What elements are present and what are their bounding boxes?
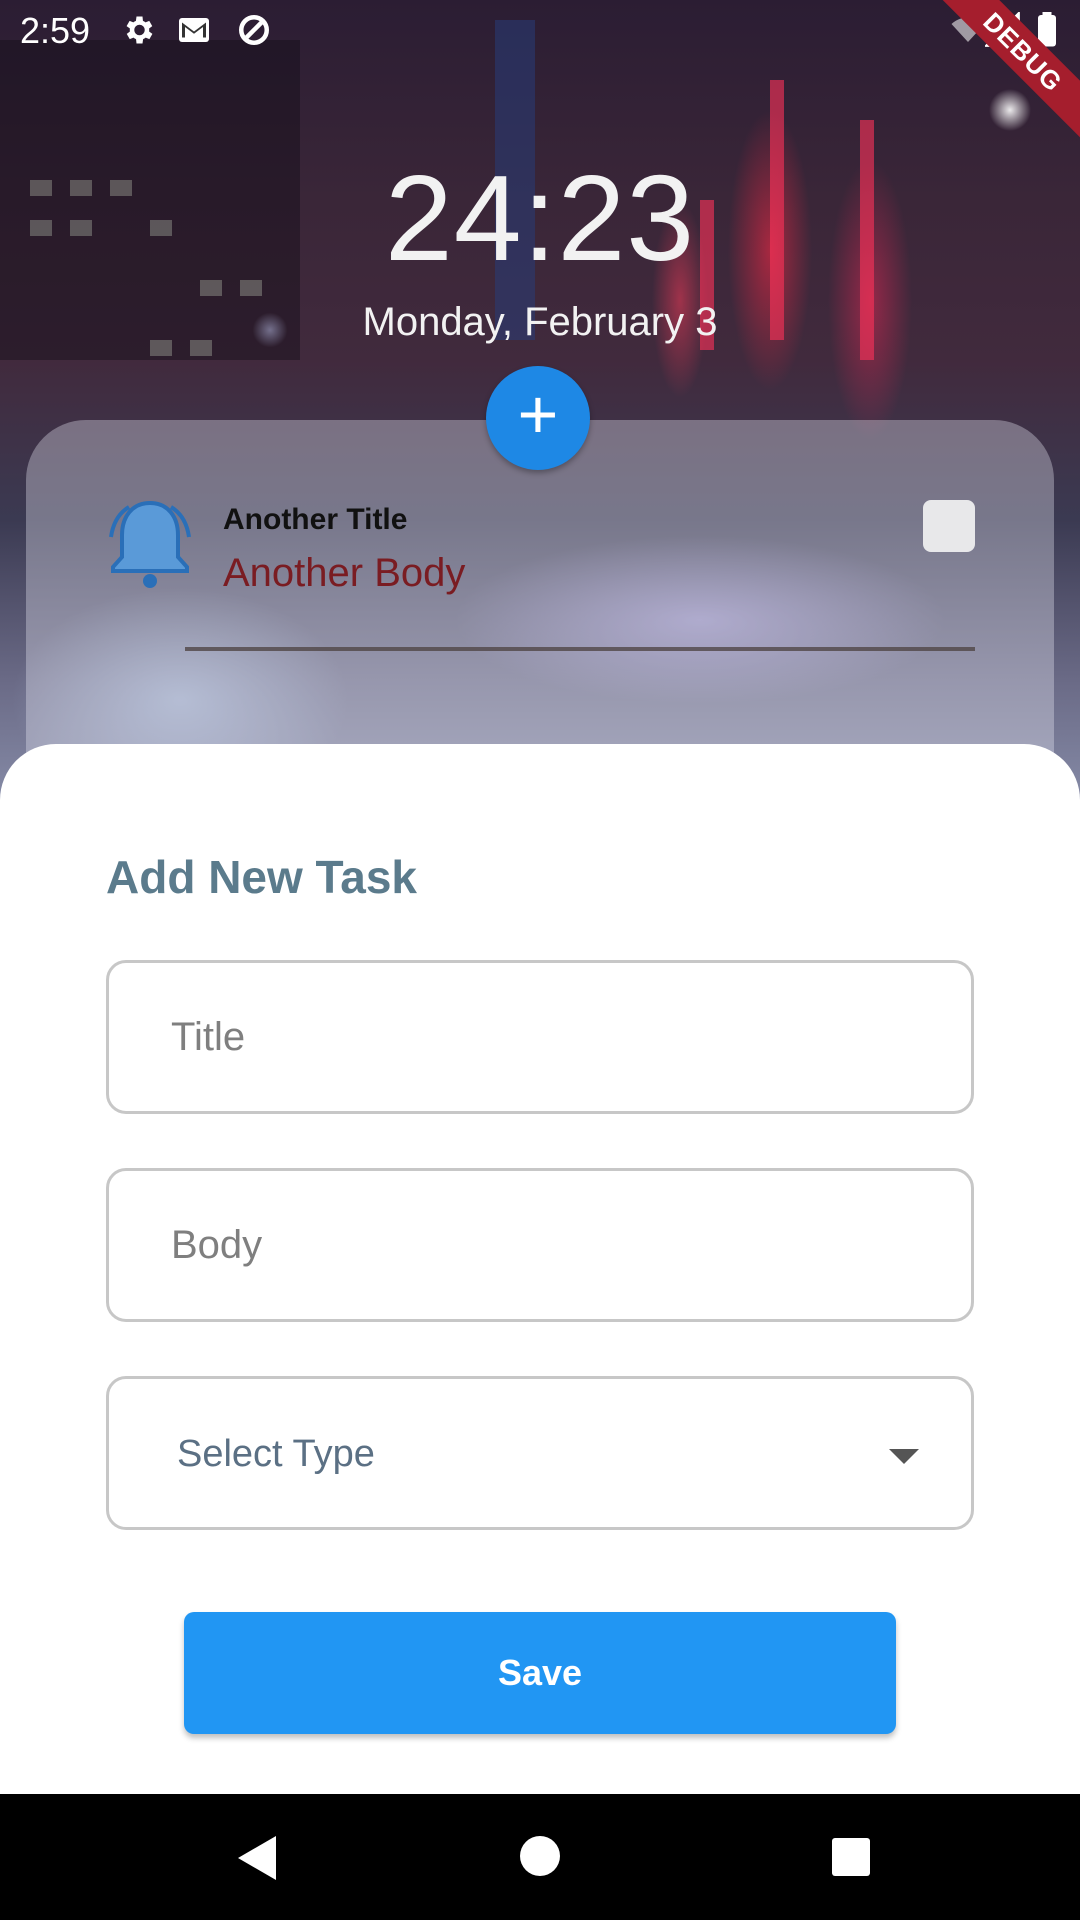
task-checkbox[interactable] bbox=[923, 500, 975, 552]
gmail-icon bbox=[179, 18, 209, 42]
recents-icon[interactable] bbox=[832, 1838, 870, 1876]
task-title: Another Title bbox=[223, 503, 408, 536]
gear-icon bbox=[126, 16, 153, 44]
navigation-bar bbox=[0, 1794, 1080, 1920]
title-input[interactable] bbox=[109, 963, 971, 1111]
title-field-container bbox=[106, 960, 974, 1114]
type-select-label: Select Type bbox=[177, 1433, 375, 1475]
divider bbox=[185, 647, 975, 651]
save-button[interactable]: Save bbox=[184, 1612, 896, 1734]
sync-icon bbox=[239, 15, 269, 45]
body-field-container bbox=[106, 1168, 974, 1322]
home-icon[interactable] bbox=[520, 1836, 560, 1876]
type-select[interactable]: Select Type bbox=[106, 1376, 974, 1530]
bell-icon bbox=[109, 500, 191, 588]
add-task-sheet: Add New Task Select Type Save bbox=[0, 744, 1080, 1794]
status-time: 2:59 bbox=[20, 10, 91, 51]
chevron-down-icon bbox=[889, 1449, 919, 1464]
status-bar: 2:59 bbox=[0, 0, 1080, 62]
clock-display: 24:23 bbox=[384, 150, 696, 286]
add-task-button[interactable]: + bbox=[486, 366, 590, 470]
back-icon[interactable] bbox=[238, 1836, 276, 1880]
body-input[interactable] bbox=[109, 1171, 971, 1319]
task-body: Another Body bbox=[223, 551, 466, 595]
sheet-title: Add New Task bbox=[106, 851, 417, 903]
date-display: Monday, February 3 bbox=[362, 300, 718, 344]
list-item[interactable]: Another Title Another Body bbox=[105, 495, 985, 655]
